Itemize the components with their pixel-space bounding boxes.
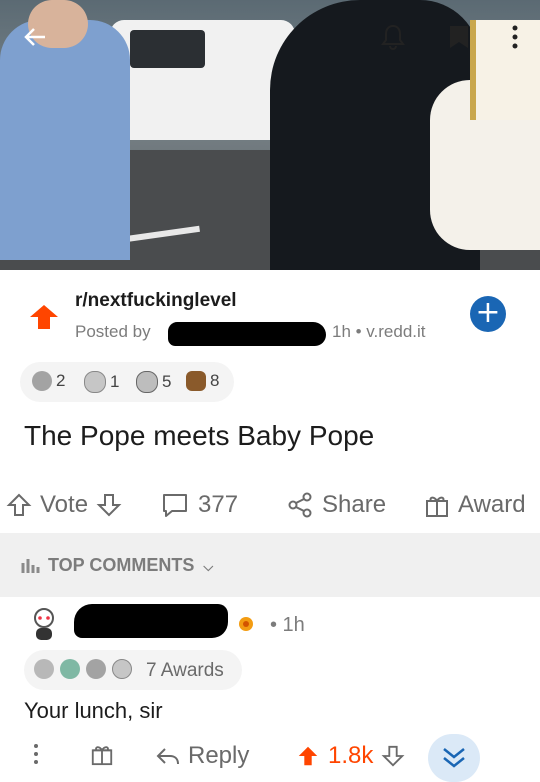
comments-count: 377 <box>198 491 239 518</box>
comments-action[interactable]: 377 <box>160 491 238 519</box>
post-title: The Pope meets Baby Pope <box>24 420 375 451</box>
more-options-icon <box>34 744 38 764</box>
collapse-thread-button[interactable] <box>428 734 480 782</box>
share-icon <box>288 492 312 518</box>
award-icon-4 <box>186 371 206 391</box>
comment-bubble-icon <box>163 494 187 517</box>
award-icon-1 <box>32 371 52 391</box>
comment-score: 1.8k <box>328 742 374 769</box>
post-age-domain: 1h • v.redd.it <box>332 322 426 341</box>
redacted-username <box>168 322 326 346</box>
back-icon[interactable] <box>20 22 50 52</box>
award-icon-a <box>34 659 54 679</box>
save-bookmark-icon[interactable] <box>444 22 474 52</box>
vote-action[interactable]: Vote <box>6 491 122 519</box>
comment-awards-count: 7 Awards <box>146 660 224 681</box>
award-count: 5 <box>162 372 172 391</box>
award-action[interactable]: Award <box>424 491 526 519</box>
avatar[interactable] <box>24 604 64 644</box>
downvote-outline-icon[interactable] <box>96 492 122 518</box>
award-count: 8 <box>210 371 220 390</box>
gift-icon <box>426 496 448 517</box>
downvote-outline-icon[interactable] <box>381 744 405 768</box>
award-icon-d <box>112 659 132 679</box>
post-award: 1 <box>84 371 119 393</box>
award-count: 1 <box>110 372 120 391</box>
flair-icon <box>234 612 258 641</box>
rocket-sort-icon <box>20 553 42 580</box>
award-icon-3 <box>136 371 158 393</box>
share-label: Share <box>322 491 387 518</box>
comment-vote[interactable]: 1.8k <box>296 742 405 770</box>
vote-label: Vote <box>40 491 89 518</box>
reply-arrow-icon <box>156 748 179 765</box>
posted-by-label: Posted by <box>75 322 151 341</box>
comment-award-action[interactable] <box>90 742 114 766</box>
reply-button[interactable]: Reply <box>156 742 249 770</box>
more-options-icon[interactable] <box>500 22 530 52</box>
video-frame-vehicle-window <box>130 30 205 68</box>
upvote-icon[interactable] <box>30 305 58 334</box>
award-count: 2 <box>56 371 66 390</box>
comment-time: • 1h <box>270 614 305 636</box>
subreddit-name[interactable]: r/nextfuckinglevel <box>75 290 237 312</box>
sort-label[interactable]: TOP COMMENTS ⌵ <box>48 555 213 576</box>
upvote-outline-icon[interactable] <box>6 492 32 518</box>
double-chevron-down-icon <box>443 748 465 768</box>
join-subreddit-button[interactable]: + <box>470 296 506 332</box>
post-award: 8 <box>186 371 219 391</box>
chevron-down-icon: ⌵ <box>203 559 214 574</box>
award-icon-b <box>60 659 80 679</box>
notification-bell-icon[interactable] <box>378 22 408 52</box>
sort-label-text: TOP COMMENTS <box>48 555 195 575</box>
award-icon-c <box>86 659 106 679</box>
gift-icon <box>91 746 113 766</box>
share-action[interactable]: Share <box>286 491 386 519</box>
video-frame-officer <box>0 20 130 260</box>
award-icon-2 <box>84 371 106 393</box>
post-award: 5 <box>136 371 171 393</box>
redacted-username <box>74 604 228 638</box>
comment-body: Your lunch, sir <box>24 698 163 723</box>
comment-award-icons <box>34 659 132 679</box>
upvote-filled-icon[interactable] <box>296 744 320 768</box>
reply-label: Reply <box>188 742 250 769</box>
comment-more-options[interactable] <box>32 742 40 766</box>
post-award: 2 <box>32 371 65 391</box>
award-label: Award <box>458 491 526 518</box>
